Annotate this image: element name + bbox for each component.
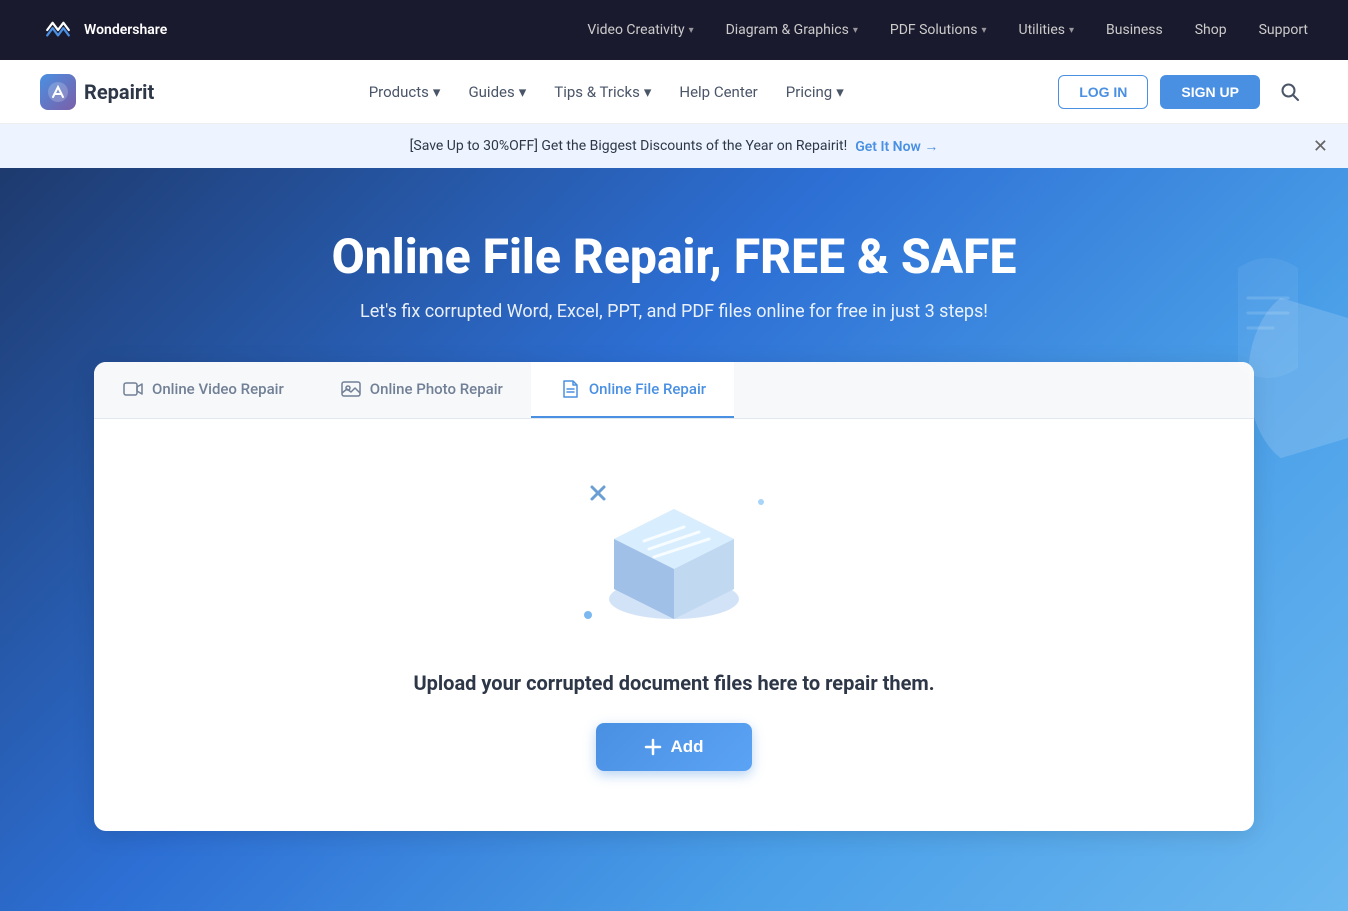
top-nav-item-diagram[interactable]: Diagram & Graphics ▾ [726,22,858,38]
video-repair-icon [122,378,144,400]
top-nav-item-pdf[interactable]: PDF Solutions ▾ [890,22,987,38]
document-3d-icon [594,499,754,629]
hero-section: Online File Repair, FREE & SAFE Let's fi… [0,168,1348,911]
repair-card: Online Video Repair Online Photo Repair [94,362,1254,831]
sub-nav-item-tips[interactable]: Tips & Tricks ▾ [554,83,651,101]
decorative-paper-icon [1228,248,1308,388]
file-illustration [574,479,774,639]
hero-subtitle: Let's fix corrupted Word, Excel, PPT, an… [360,301,988,322]
chevron-down-icon: ▾ [853,25,858,36]
chevron-down-icon: ▾ [689,25,694,36]
plus-icon [644,738,662,756]
wrench-icon [584,479,620,515]
add-file-button[interactable]: Add [596,723,751,771]
repairit-logo-text: Repairit [84,80,154,104]
close-icon[interactable]: ✕ [1313,136,1328,157]
chevron-down-icon: ▾ [836,83,844,101]
upload-instruction: Upload your corrupted document files her… [413,671,934,695]
repairit-logo[interactable]: Repairit [40,74,154,110]
top-nav-item-business[interactable]: Business [1106,22,1163,38]
sub-nav-item-help[interactable]: Help Center [679,83,757,101]
tab-video-repair[interactable]: Online Video Repair [94,362,312,418]
tab-file-label: Online File Repair [589,380,706,398]
sub-nav-actions: LOG IN SIGN UP [1058,74,1308,110]
sub-nav-item-guides[interactable]: Guides ▾ [468,83,526,101]
tab-file-repair[interactable]: Online File Repair [531,362,734,418]
chevron-down-icon: ▾ [644,83,652,101]
tab-photo-repair[interactable]: Online Photo Repair [312,362,531,418]
top-nav-item-shop[interactable]: Shop [1195,22,1227,38]
sub-nav-links: Products ▾ Guides ▾ Tips & Tricks ▾ Help… [369,83,844,101]
repairit-logo-icon [40,74,76,110]
wondershare-logo[interactable]: Wondershare [40,12,167,48]
top-nav-item-video[interactable]: Video Creativity ▾ [587,22,693,38]
signup-button[interactable]: SIGN UP [1160,75,1260,109]
hero-title: Online File Repair, FREE & SAFE [332,228,1017,285]
tab-photo-label: Online Photo Repair [370,380,503,398]
tab-video-label: Online Video Repair [152,380,284,398]
sub-nav-item-products[interactable]: Products ▾ [369,83,441,101]
login-button[interactable]: LOG IN [1058,75,1148,109]
file-repair-icon [559,378,581,400]
search-button[interactable] [1272,74,1308,110]
top-nav-item-support[interactable]: Support [1259,22,1308,38]
photo-repair-icon [340,378,362,400]
sub-nav-item-pricing[interactable]: Pricing ▾ [786,83,844,101]
chevron-down-icon: ▾ [519,83,527,101]
banner-text: [Save Up to 30%OFF] Get the Biggest Disc… [410,138,848,154]
chevron-down-icon: ▾ [981,25,986,36]
sub-navigation: Repairit Products ▾ Guides ▾ Tips & Tric… [0,60,1348,124]
chevron-down-icon: ▾ [1069,25,1074,36]
repair-tabs: Online Video Repair Online Photo Repair [94,362,1254,419]
top-navigation: Wondershare Video Creativity ▾ Diagram &… [0,0,1348,60]
wondershare-logo-text: Wondershare [84,22,167,38]
top-nav-item-utilities[interactable]: Utilities ▾ [1018,22,1074,38]
promo-banner: [Save Up to 30%OFF] Get the Biggest Disc… [0,124,1348,168]
banner-link[interactable]: Get It Now → [855,138,938,155]
decorative-dot [758,499,764,505]
top-nav-links: Video Creativity ▾ Diagram & Graphics ▾ … [587,22,1308,38]
repair-content: Upload your corrupted document files her… [94,419,1254,831]
chevron-down-icon: ▾ [433,83,441,101]
decorative-dot [584,611,592,619]
